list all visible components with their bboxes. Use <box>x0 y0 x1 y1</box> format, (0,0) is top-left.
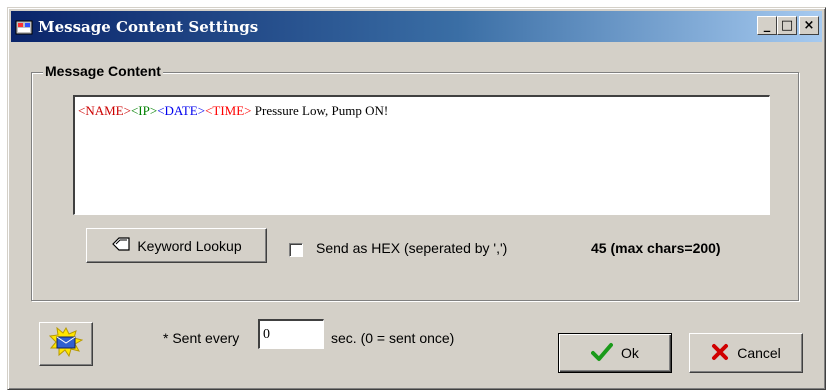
app-icon <box>15 18 33 36</box>
red-x-icon <box>711 343 729 364</box>
group-legend: Message Content <box>43 63 163 79</box>
sec-label: sec. (0 = sent once) <box>331 330 455 346</box>
ok-button[interactable]: Ok <box>558 333 672 373</box>
cancel-button[interactable]: Cancel <box>689 333 803 373</box>
message-text: Pressure Low, Pump ON! <box>251 103 389 118</box>
title-bar[interactable]: Message Content Settings _ □ × <box>11 11 822 42</box>
send-message-button[interactable] <box>39 322 93 366</box>
maximize-button[interactable]: □ <box>777 16 797 35</box>
send-as-hex-label[interactable]: Send as HEX (seperated by ',') <box>316 240 507 256</box>
keyword-ip: <IP> <box>130 103 158 118</box>
send-envelope-icon <box>48 326 84 362</box>
send-as-hex-checkbox[interactable] <box>289 243 303 257</box>
sent-every-input[interactable] <box>258 319 324 349</box>
ok-label: Ok <box>621 345 639 361</box>
tag-icon <box>111 237 131 254</box>
close-button[interactable]: × <box>799 16 819 35</box>
window-title: Message Content Settings <box>38 17 259 36</box>
keyword-lookup-button[interactable]: Keyword Lookup <box>86 228 267 263</box>
char-count: 45 (max chars=200) <box>591 240 721 256</box>
checkmark-icon <box>591 342 614 365</box>
keyword-time: <TIME> <box>205 103 252 118</box>
message-editor[interactable]: <NAME><IP><DATE><TIME> Pressure Low, Pum… <box>73 95 770 215</box>
keyword-date: <DATE> <box>157 103 206 118</box>
minimize-button[interactable]: _ <box>757 16 777 35</box>
sent-every-label: * Sent every <box>163 330 240 346</box>
keyword-lookup-label: Keyword Lookup <box>137 237 242 254</box>
keyword-name: <NAME> <box>78 103 131 118</box>
cancel-label: Cancel <box>737 345 781 361</box>
